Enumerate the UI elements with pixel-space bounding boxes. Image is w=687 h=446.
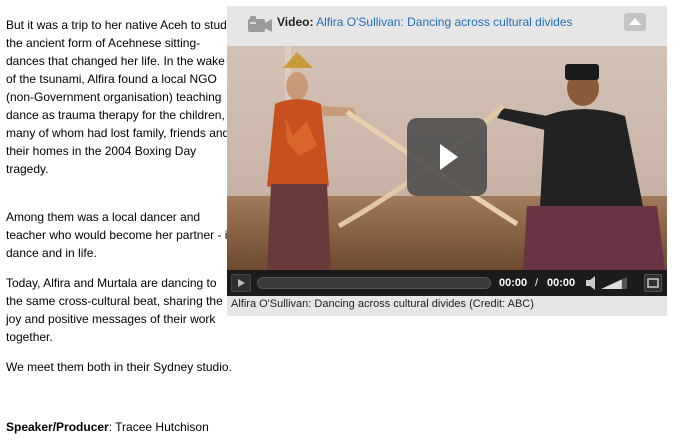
video-caption: Alfira O'Sullivan: Dancing across cultur… (231, 298, 534, 310)
big-play-button[interactable] (407, 118, 487, 196)
video-camera-icon (247, 16, 273, 34)
fullscreen-icon (647, 278, 659, 288)
volume-control[interactable] (585, 274, 633, 292)
current-time: 00:00 (499, 277, 528, 289)
producer-credit: Speaker/Producer: Tracee Hutchison (6, 418, 209, 436)
credit-label: Speaker/Producer (6, 420, 109, 434)
player-controls: 00:00 / 00:00 (227, 270, 667, 296)
article-paragraph: We meet them both in their Sydney studio… (6, 360, 232, 374)
fullscreen-button[interactable] (644, 274, 662, 292)
chevron-up-icon (629, 18, 641, 25)
progress-bar[interactable] (257, 277, 491, 289)
video-panel: Video: Alfira O'Sullivan: Dancing across… (227, 6, 667, 316)
play-button[interactable] (231, 274, 251, 292)
video-title: Video: Alfira O'Sullivan: Dancing across… (277, 14, 573, 30)
article-paragraph: Today, Alfira and Murtala are dancing to… (6, 276, 223, 344)
speaker-icon (586, 276, 595, 290)
video-title-link[interactable]: Alfira O'Sullivan: Dancing across cultur… (316, 15, 572, 29)
article-paragraph: Among them was a local dancer and teache… (6, 210, 235, 260)
duration-time: 00:00 (547, 277, 576, 289)
video-header: Video: Alfira O'Sullivan: Dancing across… (227, 6, 667, 44)
time-separator: / (535, 277, 539, 289)
article-paragraph: But it was a trip to her native Aceh to … (6, 18, 233, 176)
collapse-button[interactable] (624, 13, 646, 31)
volume-slider[interactable] (601, 277, 627, 289)
video-label: Video: (277, 15, 314, 29)
video-player[interactable]: 00:00 / 00:00 (227, 46, 667, 296)
credit-value: : Tracee Hutchison (108, 420, 209, 434)
